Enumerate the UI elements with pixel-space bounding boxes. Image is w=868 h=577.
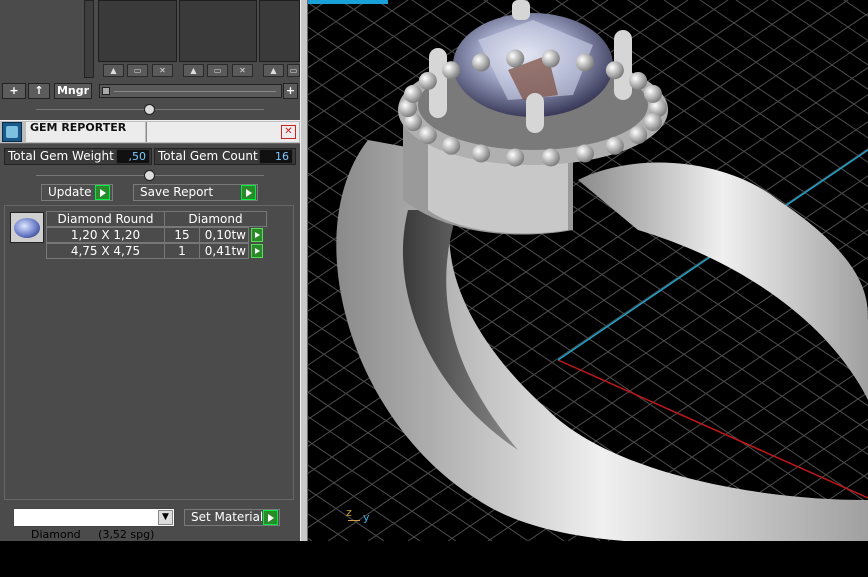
add-button[interactable]: +: [2, 83, 26, 99]
thumb3-up-icon[interactable]: ▲: [263, 64, 284, 77]
update-label: Update: [48, 185, 92, 199]
collapse-toggle-icon[interactable]: [144, 104, 155, 115]
thumb3-save-icon[interactable]: ▭: [287, 64, 300, 77]
gem-reporter-title: GEM REPORTER: [26, 122, 145, 142]
close-icon[interactable]: ✕: [281, 125, 296, 139]
zoom-slider[interactable]: [99, 84, 282, 98]
update-go-icon[interactable]: [95, 185, 110, 200]
library-thumb-2[interactable]: [179, 0, 257, 62]
table-cell-count: 1: [164, 243, 200, 259]
save-report-go-icon[interactable]: [241, 185, 256, 200]
library-thumb-1[interactable]: [98, 0, 177, 62]
table-header-material: Diamond: [164, 211, 267, 227]
slider-handle[interactable]: [102, 87, 110, 95]
thumb1-save-icon[interactable]: ▭: [127, 64, 148, 77]
table-header-shape: Diamond Round: [46, 211, 165, 227]
total-count-value: 16: [259, 149, 293, 164]
total-weight-value: ,50: [116, 149, 150, 164]
up-button[interactable]: ↑: [28, 83, 50, 99]
viewport-tab-indicator: [308, 0, 388, 4]
row-select-icon[interactable]: [251, 228, 263, 242]
thumb1-delete-icon[interactable]: ✕: [152, 64, 173, 77]
gem-reporter-header: GEM REPORTER ✕: [0, 120, 300, 144]
viewport-canvas: [308, 0, 868, 541]
diamond-icon: [14, 218, 40, 238]
gem-thumbnail[interactable]: [10, 212, 44, 243]
zoom-plus-button[interactable]: +: [283, 83, 298, 99]
set-material-label: Set Material: [191, 510, 264, 524]
collapse-toggle-icon[interactable]: [144, 170, 155, 181]
panel-splitter[interactable]: [300, 0, 308, 541]
axis-gizmo: [348, 520, 360, 521]
material-select[interactable]: Diamond (3,52 spg) ▼: [13, 508, 175, 541]
row-select-icon[interactable]: [251, 244, 263, 258]
3d-viewport[interactable]: z y: [308, 0, 868, 541]
chevron-down-icon[interactable]: ▼: [158, 510, 173, 525]
slider-track: [114, 91, 276, 92]
material-select-value: Diamond (3,52 spg): [31, 528, 155, 541]
ring-model: [336, 0, 868, 541]
table-cell-size: 4,75 X 4,75: [46, 243, 165, 259]
axis-y-label: y: [363, 511, 370, 524]
library-thumb-3[interactable]: [259, 0, 300, 62]
axis-z-label: z: [346, 506, 352, 519]
left-panel: ▲ ▭ ✕ ▲ ▭ ✕ ▲ ▭ + ↑ Mngr + GEM REPORTER …: [0, 0, 300, 541]
table-cell-weight: 0,41tw: [199, 243, 249, 259]
save-report-label: Save Report: [140, 185, 214, 199]
table-cell-size: 1,20 X 1,20: [46, 227, 165, 243]
thumb2-delete-icon[interactable]: ✕: [232, 64, 253, 77]
table-cell-count: 15: [164, 227, 200, 243]
gem-reporter-icon: [2, 122, 22, 142]
thumb2-save-icon[interactable]: ▭: [207, 64, 228, 77]
save-report-button[interactable]: Save Report: [133, 184, 258, 201]
thumb1-up-icon[interactable]: ▲: [103, 64, 124, 77]
table-cell-weight: 0,10tw: [199, 227, 249, 243]
manager-button[interactable]: Mngr: [54, 83, 92, 99]
set-material-go-icon[interactable]: [263, 510, 278, 525]
library-scrollbar[interactable]: [84, 0, 94, 78]
thumb2-up-icon[interactable]: ▲: [183, 64, 204, 77]
